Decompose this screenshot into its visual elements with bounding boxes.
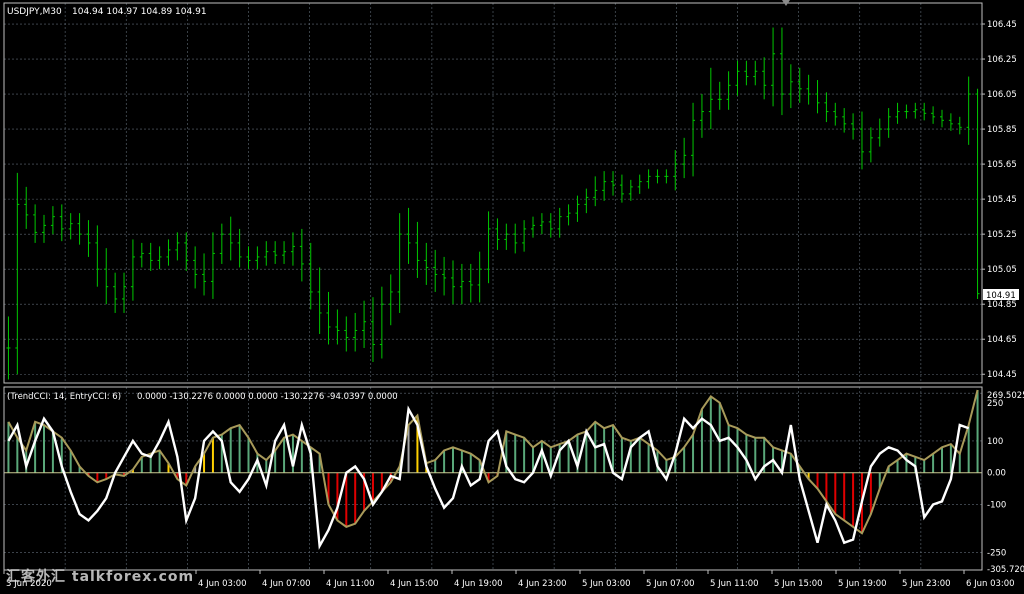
- price-axis-label: 105.85: [987, 125, 1017, 135]
- price-axis-label: 104.85: [987, 300, 1017, 310]
- price-axis-label: 106.25: [987, 55, 1017, 65]
- time-axis-label: 4 Jun 03:00: [198, 579, 247, 589]
- price-axis-label: 104.45: [987, 370, 1017, 380]
- mt4-chart[interactable]: 106.45 106.25 106.05 105.85 105.65 105.45 105.…: [0, 0, 1024, 594]
- price-axis-label: 105.25: [987, 230, 1017, 240]
- price-pane-ohlc: 104.94 104.97 104.89 104.91: [72, 7, 207, 17]
- time-axis-label: 4 Jun 15:00: [390, 579, 439, 589]
- time-axis-label: 6 Jun 03:00: [966, 579, 1015, 589]
- indicator-axis-label: -250: [987, 548, 1006, 558]
- time-axis-label: 5 Jun 03:00: [582, 579, 631, 589]
- time-axis-label: 5 Jun 19:00: [838, 579, 887, 589]
- indicator-pane-values: 0.0000 -130.2276 0.0000 0.0000 -130.2276…: [137, 392, 398, 402]
- indicator-axis-label: 100: [987, 437, 1003, 447]
- indicator-axis-label: -100: [987, 501, 1006, 511]
- price-axis-label: 106.05: [987, 90, 1017, 100]
- price-axis-label: 105.65: [987, 160, 1017, 170]
- time-axis-label: 4 Jun 07:00: [262, 579, 311, 589]
- price-axis-label: 105.05: [987, 265, 1017, 275]
- indicator-axis-label: 0.00: [987, 469, 1006, 479]
- watermark: 汇客外汇 talkforex.com: [6, 569, 195, 585]
- time-axis-label: 4 Jun 23:00: [518, 579, 567, 589]
- indicator-pane-title: (TrendCCI: 14, EntryCCI: 6): [7, 392, 121, 402]
- indicator-axis-label: -305.7207: [987, 565, 1024, 575]
- time-axis-label: 4 Jun 19:00: [454, 579, 503, 589]
- time-axis-label: 5 Jun 11:00: [710, 579, 759, 589]
- price-axis-label: 104.65: [987, 335, 1017, 345]
- current-price-label: 104.91: [986, 291, 1016, 301]
- price-axis-label: 106.45: [987, 20, 1017, 30]
- time-axis-label: 4 Jun 11:00: [326, 579, 375, 589]
- time-axis-label: 5 Jun 15:00: [774, 579, 823, 589]
- price-axis-label: 105.45: [987, 195, 1017, 205]
- price-pane-title: USDJPY,M30: [7, 7, 62, 17]
- indicator-axis-label: 250: [987, 399, 1003, 409]
- time-axis-label: 5 Jun 23:00: [902, 579, 951, 589]
- time-axis-label: 5 Jun 07:00: [646, 579, 695, 589]
